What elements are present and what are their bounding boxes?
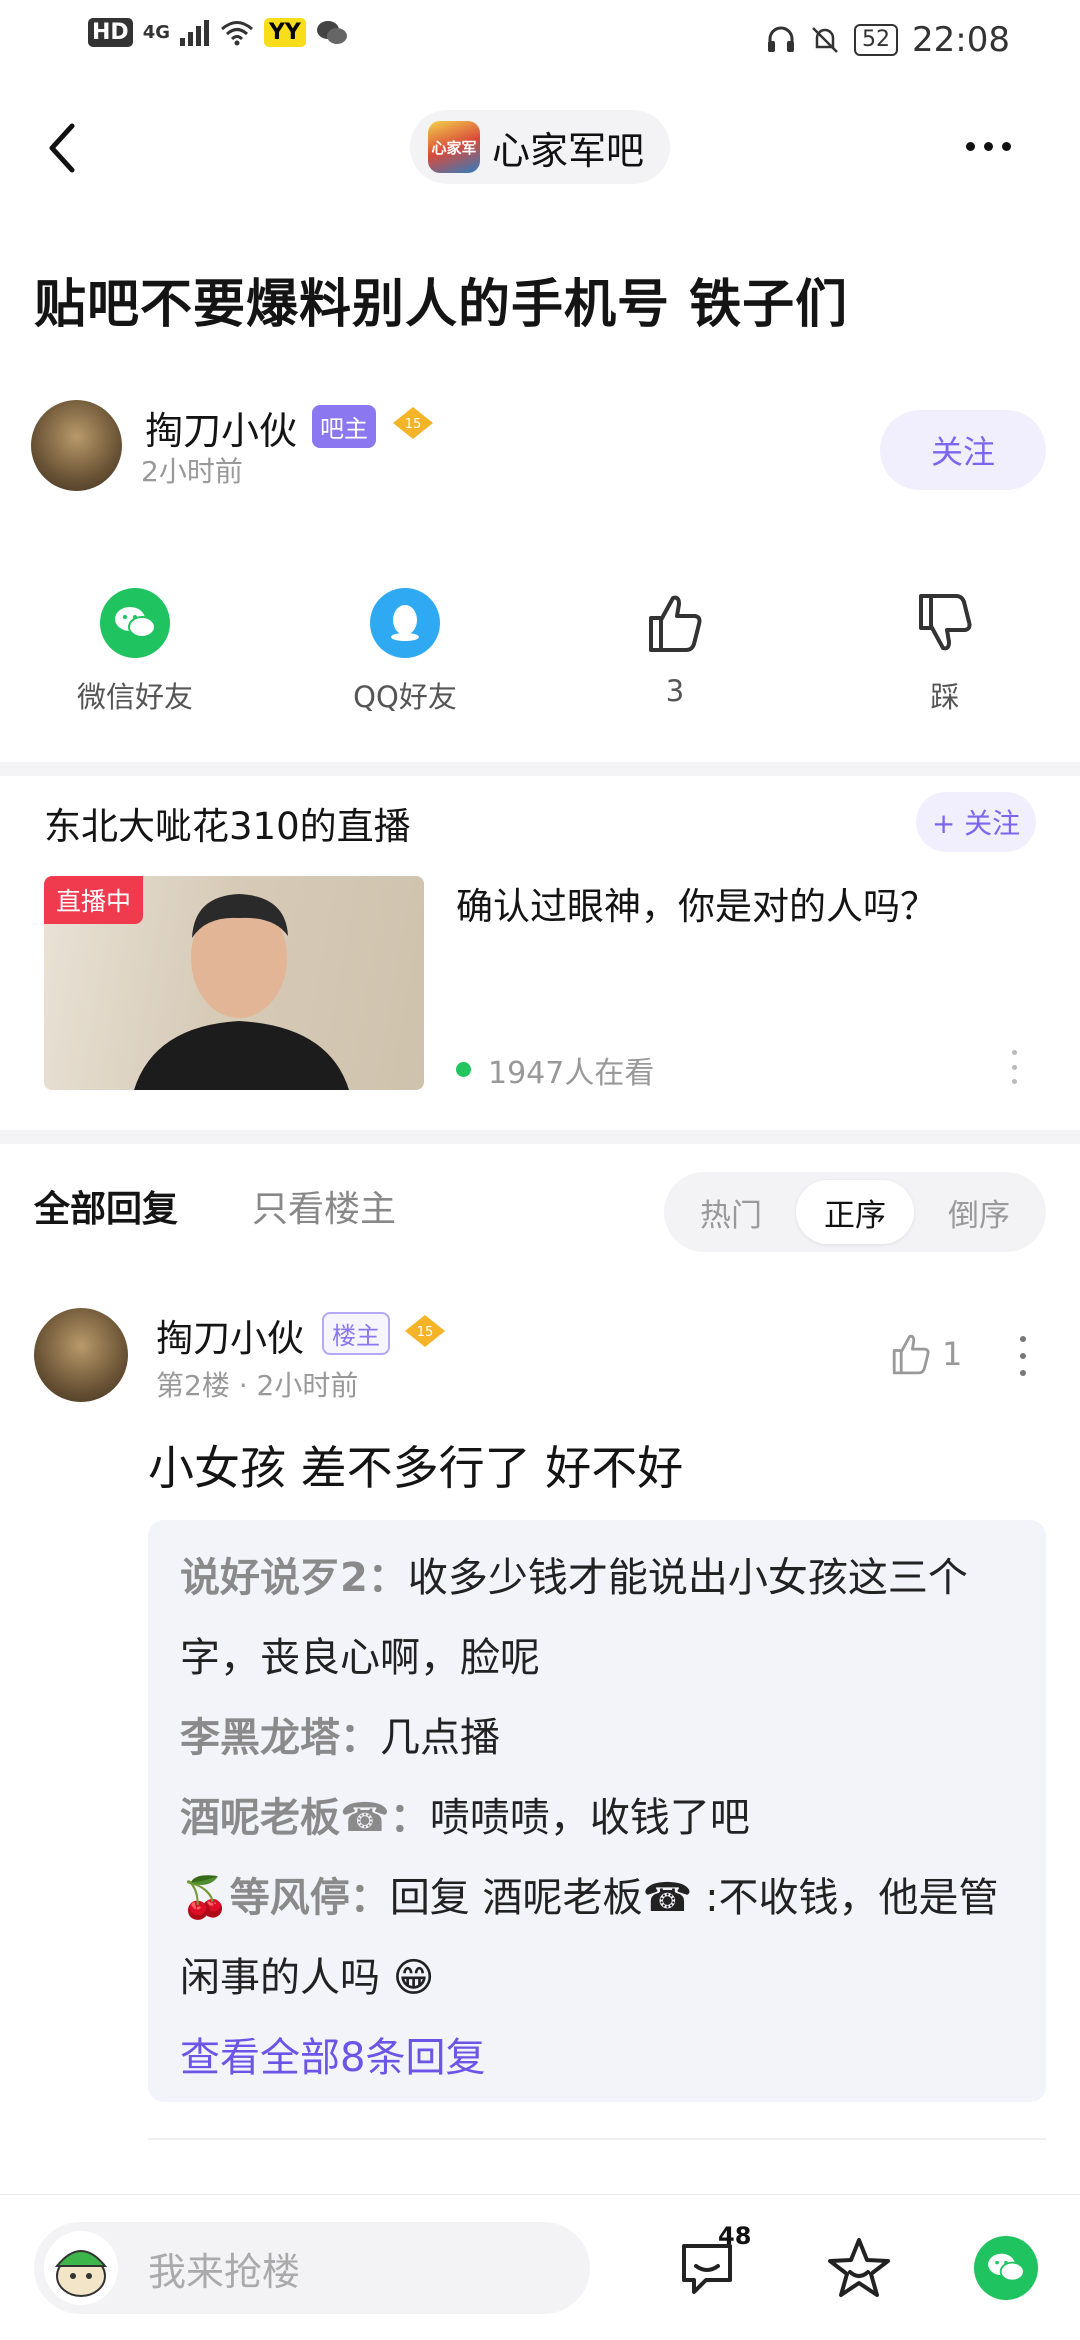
hd-indicator: HD — [88, 18, 133, 47]
follow-button[interactable]: 关注 — [880, 410, 1046, 490]
thumbs-up-icon — [892, 1334, 930, 1375]
yy-app-icon: YY — [264, 18, 306, 47]
view-all-replies-link[interactable]: 查看全部8条回复 — [180, 2018, 1014, 2098]
star-icon — [828, 2238, 890, 2297]
share-qq-label: QQ好友 — [353, 680, 457, 714]
clock: 22:08 — [912, 20, 1010, 60]
reply-input[interactable]: 我来抢楼 — [34, 2222, 590, 2314]
reply-separator — [148, 2138, 1046, 2140]
sort-hot[interactable]: 热门 — [672, 1180, 790, 1244]
live-viewer-count: 1947人在看 — [488, 1056, 655, 1091]
network-type: 4G — [142, 22, 170, 43]
reply-more-button[interactable] — [1020, 1336, 1026, 1376]
sub-reply-author[interactable]: 李黑龙塔 — [180, 1715, 340, 1761]
reply-avatar[interactable] — [34, 1308, 128, 1402]
like-count: 3 — [665, 674, 685, 708]
dot — [1012, 1079, 1017, 1084]
battery-level: 52 — [854, 24, 899, 56]
level-number: 15 — [417, 1325, 434, 1340]
status-right: 52 22:08 — [766, 20, 1010, 60]
section-divider — [0, 1130, 1080, 1144]
wifi-icon — [221, 20, 253, 45]
level-number: 15 — [405, 417, 422, 432]
favorite-button[interactable] — [826, 2236, 892, 2300]
author-name[interactable]: 掏刀小伙 — [145, 400, 297, 455]
sub-reply[interactable]: 说好说歹2：收多少钱才能说出小女孩这三个字，丧良心啊，脸呢 — [180, 1538, 1014, 1698]
sub-reply[interactable]: 酒呢老板☎：啧啧啧，收钱了吧 — [180, 1778, 1014, 1858]
dot — [1020, 1336, 1026, 1342]
more-options-button[interactable] — [966, 128, 1026, 164]
status-left: HD 4G YY — [88, 18, 348, 47]
live-follow-button[interactable]: + 关注 — [916, 792, 1036, 852]
level-badge: 15 — [392, 406, 434, 440]
chevron-left-icon — [49, 123, 75, 173]
sub-reply-author[interactable]: 🍒等风停 — [180, 1875, 350, 1921]
live-description[interactable]: 确认过眼神，你是对的人吗？ — [456, 876, 937, 930]
forum-link[interactable]: 心家军 心家军吧 — [410, 110, 671, 184]
author-avatar[interactable] — [31, 400, 122, 491]
live-more-button[interactable] — [1012, 1050, 1018, 1084]
dot — [1012, 1050, 1017, 1055]
sub-reply[interactable]: 李黑龙塔：几点播 — [180, 1698, 1014, 1778]
forum-logo: 心家军 — [428, 121, 480, 173]
sub-reply-author[interactable]: 说好说歹2 — [180, 1555, 368, 1601]
reply-content: 小女孩 差不多行了 好不好 — [148, 1441, 684, 1495]
sort-toggle: 热门 正序 倒序 — [664, 1172, 1046, 1252]
mute-bell-icon — [812, 27, 838, 53]
reply-like-button[interactable]: 1 — [890, 1332, 962, 1376]
forum-name: 心家军吧 — [492, 128, 645, 173]
section-divider — [0, 762, 1080, 776]
tab-all-replies[interactable]: 全部回复 — [34, 1180, 178, 1232]
user-avatar — [44, 2231, 118, 2305]
qq-icon — [370, 588, 440, 658]
back-button[interactable] — [44, 118, 84, 178]
level-badge: 15 — [404, 1314, 446, 1348]
thumbs-down-icon — [910, 588, 980, 658]
wechat-icon — [988, 2253, 1025, 2282]
dislike-button[interactable]: 踩 — [855, 588, 1035, 716]
dot — [1020, 1353, 1026, 1359]
headset-icon — [768, 26, 795, 52]
tab-op-only[interactable]: 只看楼主 — [252, 1180, 396, 1232]
dislike-label: 踩 — [930, 680, 960, 714]
wechat-notification-icon — [316, 20, 347, 44]
share-wechat-label: 微信好友 — [76, 680, 193, 714]
comment-count-badge: 48 — [718, 2222, 752, 2250]
reply-input-placeholder: 我来抢楼 — [148, 2249, 301, 2294]
sub-reply[interactable]: 🍒等风停：回复 酒呢老板☎ :不收钱，他是管闲事的人吗 😁 — [180, 1858, 1014, 2018]
live-streamer-title[interactable]: 东北大呲花310的直播 — [44, 796, 411, 850]
live-thumbnail[interactable]: 直播中 — [44, 876, 424, 1090]
sub-reply-text: 几点播 — [380, 1715, 500, 1761]
reply-floor-time: 第2楼 · 2小时前 — [156, 1369, 359, 1402]
like-button[interactable]: 3 — [585, 588, 765, 708]
sort-descending[interactable]: 倒序 — [920, 1180, 1038, 1244]
dot — [1002, 141, 1011, 151]
thumbs-up-icon — [640, 588, 710, 658]
dot — [1012, 1064, 1017, 1070]
op-badge: 楼主 — [322, 1312, 390, 1355]
signal-icon — [180, 19, 209, 46]
reply-author-name[interactable]: 掏刀小伙 — [156, 1308, 304, 1362]
sub-replies-box[interactable]: 说好说歹2：收多少钱才能说出小女孩这三个字，丧良心啊，脸呢 李黑龙塔：几点播 酒… — [148, 1520, 1046, 2102]
dot — [966, 141, 975, 151]
dot — [1020, 1370, 1026, 1376]
wechat-icon — [100, 588, 170, 658]
reply-like-count: 1 — [942, 1335, 963, 1373]
post-time: 2小时前 — [141, 455, 243, 488]
status-bar: HD 4G YY 52 22:08 — [0, 0, 1080, 80]
share-wechat[interactable]: 微信好友 — [45, 588, 225, 716]
forum-owner-badge: 吧主 — [312, 405, 376, 448]
share-qq[interactable]: QQ好友 — [315, 588, 495, 716]
post-title: 贴吧不要爆料别人的手机号 铁子们 — [34, 275, 849, 335]
share-wechat-button[interactable] — [974, 2236, 1038, 2300]
sub-reply-author[interactable]: 酒呢老板☎ — [180, 1795, 390, 1841]
live-badge: 直播中 — [44, 876, 144, 924]
dot — [984, 141, 993, 151]
sub-reply-text: 啧啧啧，收钱了吧 — [429, 1795, 750, 1841]
sort-ascending[interactable]: 正序 — [796, 1180, 914, 1244]
live-status-dot — [456, 1062, 471, 1077]
